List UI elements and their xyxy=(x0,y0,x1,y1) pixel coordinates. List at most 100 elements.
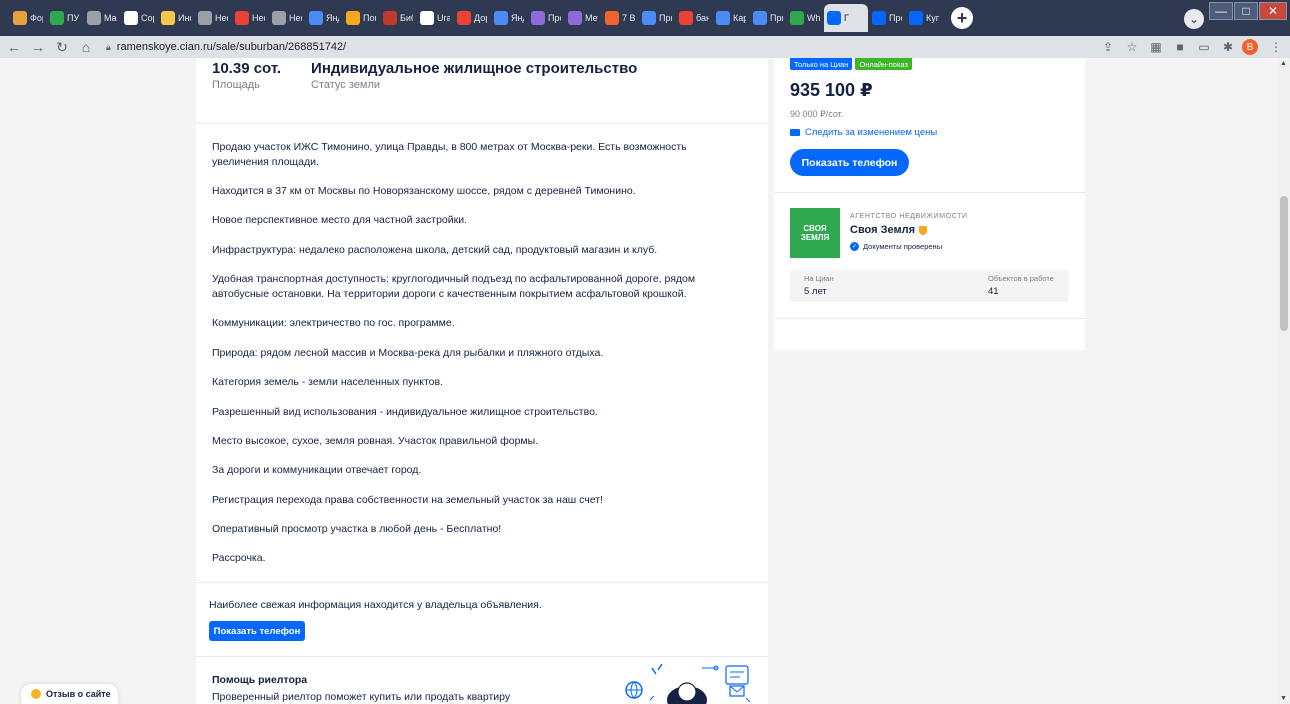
tab-title: банк xyxy=(696,13,709,23)
share-icon[interactable]: ⇪ xyxy=(1098,40,1118,54)
window-minimize-button[interactable]: — xyxy=(1209,2,1233,20)
stat-value: 5 лет xyxy=(804,286,827,297)
show-phone-button[interactable]: Показать телефон xyxy=(790,149,909,176)
browser-tab[interactable]: При xyxy=(750,4,786,32)
browser-tab[interactable]: Нефт xyxy=(269,4,305,32)
tab-title: Пом xyxy=(363,13,376,23)
tab-favicon-icon xyxy=(679,11,693,25)
tab-title: Доро xyxy=(474,13,487,23)
scroll-down-icon[interactable]: ▼ xyxy=(1280,695,1287,702)
site-feedback-button[interactable]: Отзыв о сайте xyxy=(21,684,118,704)
tab-title: Прод xyxy=(889,13,902,23)
browser-tab[interactable]: Сорт xyxy=(121,4,157,32)
tab-title: Нефт xyxy=(215,13,228,23)
browser-tab[interactable]: Купи xyxy=(906,4,942,32)
realtor-help-section: Помощь риелтора Проверенный риелтор помо… xyxy=(196,656,768,704)
url-field[interactable]: 🔒︎ ramenskoye.cian.ru/sale/suburban/2688… xyxy=(106,41,1098,53)
fact-value: Индивидуальное жилищное строительство xyxy=(311,60,638,77)
new-tab-button[interactable]: + xyxy=(951,7,973,29)
tab-search-icon[interactable]: ⌄ xyxy=(1184,9,1204,29)
watch-price-link[interactable]: Следить за изменением цены xyxy=(790,127,937,138)
description-paragraph: Удобная транспортная доступность: кругло… xyxy=(212,273,696,300)
browser-tab[interactable]: ПУ А xyxy=(47,4,83,32)
watch-price-label: Следить за изменением цены xyxy=(805,127,938,138)
browser-tab[interactable]: What xyxy=(787,4,823,32)
description-paragraph: Категория земель - земли населенных пунк… xyxy=(212,376,443,389)
tab-favicon-icon xyxy=(568,11,582,25)
tab-favicon-icon xyxy=(494,11,508,25)
browser-tab[interactable]: Нефт xyxy=(232,4,268,32)
agency-name-link[interactable]: Своя Земля xyxy=(850,224,928,236)
extension-card-icon[interactable]: ▭ xyxy=(1194,40,1214,54)
tab-favicon-icon xyxy=(272,11,286,25)
fact-label: Площадь xyxy=(212,79,260,91)
browser-tab[interactable]: При xyxy=(639,4,675,32)
price-sidebar-card: Только на Циан Онлайн-показ 935 100 ₽ 90… xyxy=(774,58,1085,350)
browser-tab[interactable]: Прог xyxy=(528,4,564,32)
puzzle-icon[interactable]: ✱ xyxy=(1218,40,1238,54)
browser-tab[interactable]: 7 В xyxy=(602,4,638,32)
extension-square-icon[interactable]: ■ xyxy=(1170,40,1190,54)
description-paragraph: Новое перспективное место для частной за… xyxy=(212,214,468,227)
badge-online-showing: Онлайн-показ xyxy=(855,58,912,70)
browser-tab[interactable]: Инф xyxy=(158,4,194,32)
realtor-title: Помощь риелтора xyxy=(212,674,308,686)
browser-tab[interactable]: Urals xyxy=(417,4,453,32)
tab-title: Мет xyxy=(585,13,598,23)
description-paragraph: За дороги и коммуникации отвечает город. xyxy=(212,464,422,477)
scrollbar-thumb[interactable] xyxy=(1280,196,1288,331)
scroll-up-icon[interactable]: ▲ xyxy=(1280,60,1287,67)
section-divider xyxy=(774,192,1085,193)
tab-favicon-icon xyxy=(124,11,138,25)
forward-arrow-icon[interactable]: → xyxy=(28,39,48,55)
back-arrow-icon[interactable]: ← xyxy=(4,39,24,55)
fact-land-status: Индивидуальное жилищное строительство Ст… xyxy=(311,60,637,91)
tab-title: Г xyxy=(844,13,849,23)
browser-tab[interactable]: Мет xyxy=(565,4,601,32)
tab-favicon-icon xyxy=(346,11,360,25)
browser-tab[interactable]: Карт xyxy=(713,4,749,32)
tab-title: Инф xyxy=(178,13,191,23)
browser-tab[interactable]: Mach xyxy=(84,4,120,32)
browser-tab[interactable]: Янд xyxy=(306,4,342,32)
browser-tab[interactable]: Библ xyxy=(380,4,416,32)
kebab-menu-icon[interactable]: ⋮ xyxy=(1266,40,1286,54)
description-paragraph: Инфраструктура: недалеко расположена шко… xyxy=(212,243,658,256)
profile-avatar[interactable]: В xyxy=(1242,39,1258,55)
stat-key: На Циан xyxy=(804,274,834,283)
tab-list: Фор ПУ А Mach Сорт Инф Нефт Нефт Нефт Янд Пом Библ… xyxy=(10,4,943,32)
browser-tab[interactable]: Янд xyxy=(491,4,527,32)
stat-on-cian: На Циан 5 лет xyxy=(804,274,834,297)
browser-tab[interactable]: Фор xyxy=(10,4,46,32)
window-close-button[interactable]: ✕ xyxy=(1259,2,1287,20)
description-paragraph: Коммуникации: электричество по гос. прог… xyxy=(212,317,455,330)
price-per-sotka: 90 000 ₽/сот. xyxy=(790,109,844,119)
badge-only-on-cian: Только на Циан xyxy=(790,58,853,70)
window-maximize-button[interactable]: □ xyxy=(1234,2,1258,20)
realtor-subtitle: Проверенный риелтор поможет купить или п… xyxy=(212,691,511,703)
stat-objects: Объектов в работе 41 xyxy=(988,274,1054,297)
extension-icon[interactable]: ▦ xyxy=(1146,40,1166,54)
browser-tab[interactable]: Г xyxy=(824,4,868,32)
reload-icon[interactable]: ↻ xyxy=(52,39,72,56)
tab-title: При xyxy=(770,13,783,23)
agency-logo[interactable]: СВОЯ ЗЕМЛЯ xyxy=(790,208,840,258)
tab-favicon-icon xyxy=(605,11,619,25)
verified-label: Документы проверены xyxy=(863,242,943,251)
bookmark-star-icon[interactable]: ☆ xyxy=(1122,40,1142,54)
tab-favicon-icon xyxy=(790,11,804,25)
tab-favicon-icon xyxy=(13,11,27,25)
tab-favicon-icon xyxy=(87,11,101,25)
page-scrollbar[interactable]: ▲ ▼ xyxy=(1278,58,1290,704)
tab-title: Янд xyxy=(326,13,339,23)
browser-tab[interactable]: Доро xyxy=(454,4,490,32)
browser-tab[interactable]: банк xyxy=(676,4,712,32)
browser-tab[interactable]: Нефт xyxy=(195,4,231,32)
show-phone-button-small[interactable]: Показать телефон xyxy=(209,621,305,641)
browser-tab[interactable]: Прод xyxy=(869,4,905,32)
tab-favicon-icon xyxy=(909,11,923,25)
home-icon[interactable]: ⌂ xyxy=(76,39,96,55)
browser-tab[interactable]: Пом xyxy=(343,4,379,32)
fact-area: 10.39 сот. Площадь xyxy=(212,60,281,91)
realtor-illustration-icon xyxy=(625,663,751,704)
